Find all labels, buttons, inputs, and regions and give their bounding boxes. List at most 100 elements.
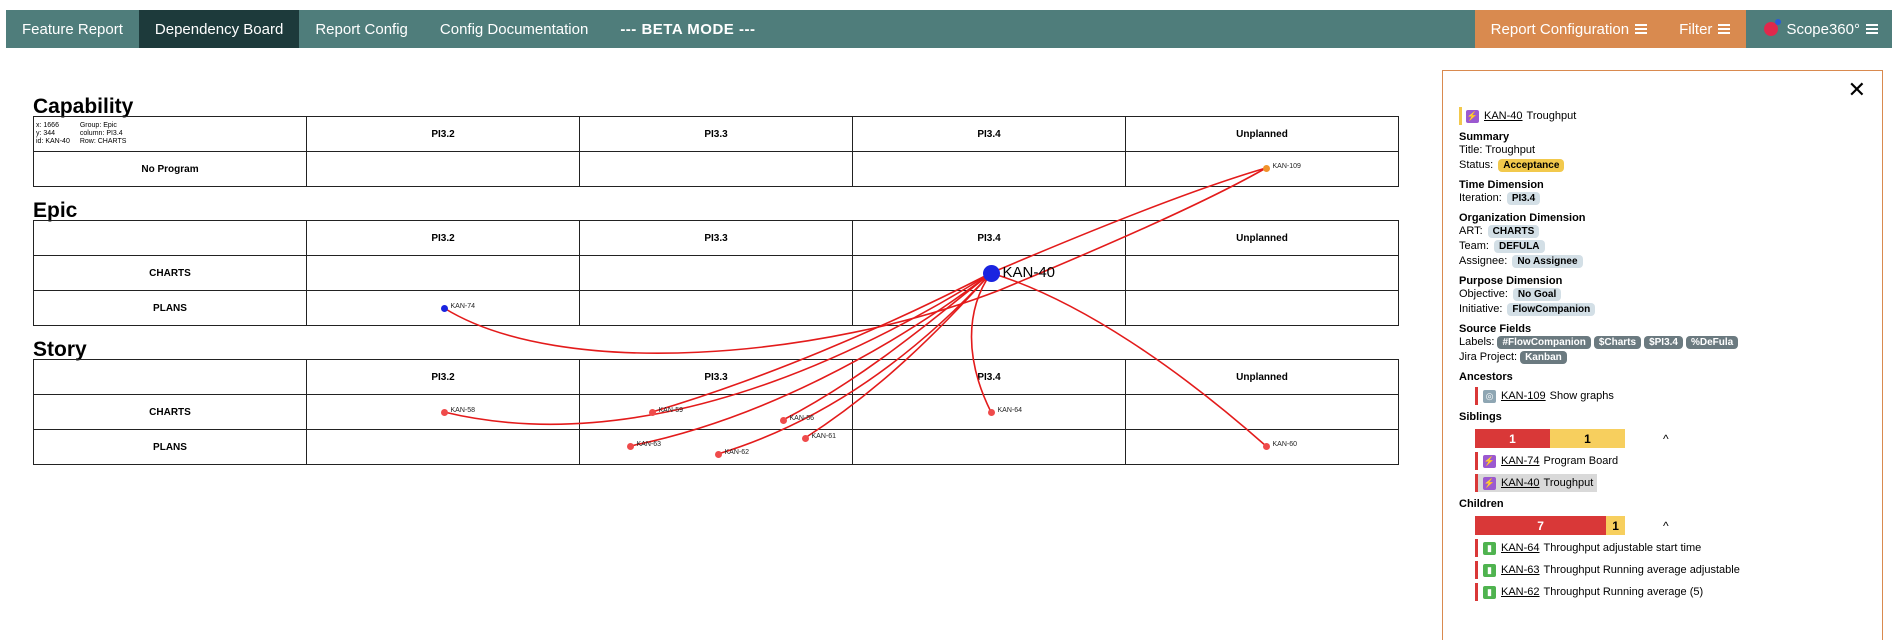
sibling-link[interactable]: KAN-74 xyxy=(1501,455,1540,467)
column-header: PI3.2 xyxy=(306,359,580,395)
siblings-bar-red: 1 xyxy=(1475,429,1550,448)
children-bar-yellow: 1 xyxy=(1606,516,1625,535)
objective-badge: No Goal xyxy=(1512,288,1562,301)
node-label: KAN-109 xyxy=(1272,163,1301,170)
chevron-up-icon[interactable]: ^ xyxy=(1663,432,1669,446)
child-link[interactable]: KAN-64 xyxy=(1501,542,1540,554)
dependency-board: Capability x: 1666 y: 344 id: KAN-40 Gro… xyxy=(0,0,1420,640)
child-name: Throughput Running average adjustable xyxy=(1543,564,1740,576)
sibling-name: Troughput xyxy=(1543,477,1594,489)
summary-title: Title: Troughput xyxy=(1459,144,1536,156)
ancestor-name: Show graphs xyxy=(1549,390,1614,402)
labels-label: Labels: xyxy=(1459,336,1495,348)
grid-cell xyxy=(579,394,853,430)
grid-cell xyxy=(852,290,1126,326)
corner-cell xyxy=(33,220,307,256)
node-kan-63[interactable] xyxy=(626,442,634,450)
team-label: Team: xyxy=(1459,240,1489,252)
column-header: PI3.2 xyxy=(306,116,580,152)
node-kan-74[interactable] xyxy=(440,304,448,312)
child-name: Throughput Running average (5) xyxy=(1543,586,1704,598)
purpose-heading: Purpose Dimension xyxy=(1459,275,1563,287)
initiative-label: Initiative: xyxy=(1459,303,1503,315)
jira-badge: Kanban xyxy=(1520,351,1567,364)
grid-cell xyxy=(852,151,1126,187)
hover-column: column: PI3.4 xyxy=(79,130,123,137)
jira-label: Jira Project: xyxy=(1459,351,1518,363)
brand-menu-button[interactable]: Scope360° xyxy=(1746,10,1892,48)
epic-icon: ⚡ xyxy=(1466,109,1479,123)
iteration-label: Iteration: xyxy=(1459,192,1502,204)
menu-icon xyxy=(1866,24,1878,34)
close-icon[interactable]: ✕ xyxy=(1848,79,1866,101)
filter-button[interactable]: Filter xyxy=(1663,10,1747,48)
sibling-item-selected: ⚡ KAN-40 Troughput xyxy=(1475,474,1598,492)
column-header: Unplanned xyxy=(1125,220,1399,256)
panel-title-link[interactable]: KAN-40 xyxy=(1484,110,1523,122)
sibling-link[interactable]: KAN-40 xyxy=(1501,477,1540,489)
node-kan-62[interactable] xyxy=(714,450,722,458)
chevron-up-icon[interactable]: ^ xyxy=(1663,519,1669,533)
grid-cell xyxy=(306,429,580,465)
node-kan-58[interactable] xyxy=(440,408,448,416)
child-link[interactable]: KAN-63 xyxy=(1501,564,1540,576)
label-badge: %DeFula xyxy=(1686,336,1739,349)
capability-grid: x: 1666 y: 344 id: KAN-40 Group: Epic co… xyxy=(33,116,1399,187)
menu-icon xyxy=(1718,24,1731,34)
child-link[interactable]: KAN-62 xyxy=(1501,586,1540,598)
grid-cell xyxy=(579,290,853,326)
hover-x: x: 1666 xyxy=(36,122,59,129)
node-label: KAN-74 xyxy=(450,303,476,310)
child-item: ▮ KAN-62 Throughput Running average (5) xyxy=(1475,583,1872,601)
label-badge: $Charts xyxy=(1593,336,1642,349)
child-item: ▮ KAN-63 Throughput Running average adju… xyxy=(1475,561,1872,579)
node-kan-61[interactable] xyxy=(801,434,809,442)
summary-heading: Summary xyxy=(1459,131,1510,143)
art-badge: CHARTS xyxy=(1487,225,1540,238)
node-label: KAN-40 xyxy=(1002,264,1056,281)
node-kan-56[interactable] xyxy=(779,416,787,424)
report-configuration-button[interactable]: Report Configuration xyxy=(1474,10,1664,48)
story-grid: PI3.2 PI3.3 PI3.4 Unplanned CHARTS PLANS xyxy=(33,359,1399,465)
epic-grid: PI3.2 PI3.3 PI3.4 Unplanned CHARTS PLANS xyxy=(33,220,1399,326)
art-label: ART: xyxy=(1459,225,1483,237)
grid-cell xyxy=(1125,429,1399,465)
children-status-bar: 7 1 xyxy=(1475,516,1625,535)
source-heading: Source Fields xyxy=(1459,323,1532,335)
node-kan-109[interactable] xyxy=(1262,164,1270,172)
filter-label: Filter xyxy=(1679,20,1713,38)
epic-icon: ⚡ xyxy=(1483,476,1496,490)
column-header: PI3.3 xyxy=(579,359,853,395)
brand-label: Scope360° xyxy=(1786,20,1860,38)
status-badge: Acceptance xyxy=(1498,159,1565,172)
initiative-badge: FlowCompanion xyxy=(1507,303,1596,316)
node-kan-40[interactable] xyxy=(982,264,1000,282)
row-header: PLANS xyxy=(33,290,307,326)
sibling-name: Program Board xyxy=(1543,455,1619,467)
label-badge: $PI3.4 xyxy=(1644,336,1683,349)
assignee-label: Assignee: xyxy=(1459,255,1508,267)
row-header: CHARTS xyxy=(33,255,307,291)
node-label: KAN-58 xyxy=(450,407,476,414)
siblings-status-bar: 1 1 xyxy=(1475,429,1625,448)
epic-icon: ⚡ xyxy=(1483,454,1496,468)
children-bar-red: 7 xyxy=(1475,516,1607,535)
child-name: Throughput adjustable start time xyxy=(1543,542,1702,554)
column-header: PI3.4 xyxy=(852,220,1126,256)
grid-cell xyxy=(306,151,580,187)
column-header: Unplanned xyxy=(1125,359,1399,395)
panel-title: ⚡ KAN-40 Troughput xyxy=(1459,107,1872,125)
corner-cell xyxy=(33,359,307,395)
siblings-bar-yellow: 1 xyxy=(1550,429,1625,448)
team-badge: DEFULA xyxy=(1493,240,1545,253)
hover-y: y: 344 xyxy=(36,130,56,137)
node-kan-59[interactable] xyxy=(648,408,656,416)
ancestor-link[interactable]: KAN-109 xyxy=(1501,390,1546,402)
column-header: Unplanned xyxy=(1125,116,1399,152)
ancestors-heading: Ancestors xyxy=(1459,371,1513,383)
node-label: KAN-64 xyxy=(997,407,1023,414)
grid-cell xyxy=(1125,255,1399,291)
node-kan-60[interactable] xyxy=(1262,442,1270,450)
node-kan-64[interactable] xyxy=(987,408,995,416)
capability-icon: ◎ xyxy=(1483,389,1496,403)
